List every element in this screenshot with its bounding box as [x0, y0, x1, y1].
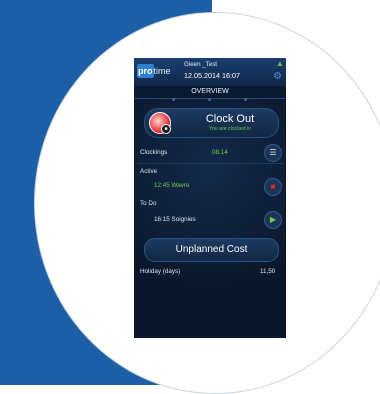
user-name: Gieen _Test	[184, 61, 218, 68]
todo-item: 16:15 Soignies	[154, 216, 196, 223]
logo-pro: pro	[137, 64, 154, 78]
clock-out-button[interactable]: ■ Clock Out You are clocked in	[144, 108, 279, 138]
signal-icon: ▲	[276, 59, 284, 68]
page-dot	[172, 98, 175, 101]
unplanned-cost-button[interactable]: Unplanned Cost	[144, 238, 279, 262]
app-header: protime Gieen _Test 12.05.2014 16:07 ▲ ⚙	[134, 58, 286, 86]
divider	[137, 163, 283, 164]
protime-logo: protime	[137, 64, 177, 78]
settings-gear-icon[interactable]: ⚙	[273, 72, 282, 82]
stop-icon[interactable]: ■	[264, 178, 282, 196]
clock-status-text: You are clocked in	[208, 126, 252, 132]
todo-label: To Do	[140, 200, 157, 207]
clockings-label: Clockings	[140, 149, 168, 156]
page-dot	[244, 98, 247, 101]
logo-time: time	[153, 66, 171, 76]
clockings-value: 08:14	[212, 149, 228, 156]
active-label: Active	[140, 168, 158, 175]
active-item: 12:45 Wavre	[154, 182, 190, 189]
play-icon[interactable]: ▶	[264, 211, 282, 229]
holiday-label: Holiday (days)	[140, 268, 181, 275]
list-icon[interactable]: ☰	[264, 144, 282, 162]
stop-badge-icon: ■	[161, 124, 171, 134]
page-dot	[208, 98, 211, 101]
current-datetime: 12.05.2014 16:07	[184, 71, 240, 80]
clock-out-label: Clock Out	[205, 113, 255, 125]
holiday-value: 11,50	[260, 268, 276, 275]
phone-screen: protime Gieen _Test 12.05.2014 16:07 ▲ ⚙…	[134, 58, 286, 338]
page-indicator	[134, 98, 286, 102]
